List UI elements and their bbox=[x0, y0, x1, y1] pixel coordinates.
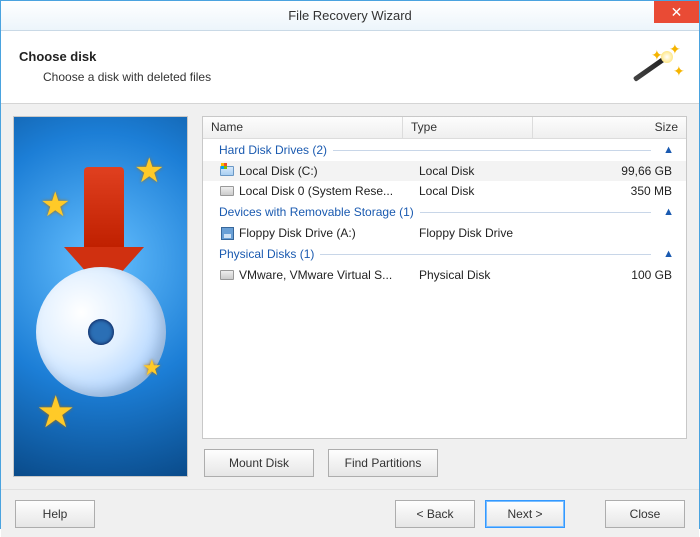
drive-icon bbox=[219, 164, 235, 178]
window-close-button[interactable]: ✕ bbox=[654, 1, 699, 23]
titlebar: File Recovery Wizard ✕ bbox=[1, 1, 699, 31]
disk-actions: Mount Disk Find Partitions bbox=[202, 449, 687, 477]
floppy-icon bbox=[219, 226, 235, 240]
disk-name: Floppy Disk Drive (A:) bbox=[239, 226, 419, 240]
group-hard-disk-drives[interactable]: Hard Disk Drives (2) ▲ bbox=[203, 139, 686, 161]
disk-row[interactable]: Floppy Disk Drive (A:) Floppy Disk Drive bbox=[203, 223, 686, 243]
wizard-wand-icon: ✦ ✦ ✦ bbox=[621, 41, 681, 91]
find-partitions-button[interactable]: Find Partitions bbox=[328, 449, 438, 477]
drive-icon bbox=[219, 268, 235, 282]
column-header-type[interactable]: Type bbox=[403, 117, 533, 138]
collapse-icon[interactable]: ▲ bbox=[657, 206, 680, 218]
disk-name: Local Disk (C:) bbox=[239, 164, 419, 178]
collapse-icon[interactable]: ▲ bbox=[657, 144, 680, 156]
column-header-size[interactable]: Size bbox=[533, 117, 686, 138]
step-subtitle: Choose a disk with deleted files bbox=[43, 70, 211, 84]
wizard-illustration: ★ ★ ★ ★ bbox=[13, 116, 188, 477]
disk-name: VMware, VMware Virtual S... bbox=[239, 268, 419, 282]
back-button[interactable]: < Back bbox=[395, 500, 475, 528]
close-icon: ✕ bbox=[671, 5, 683, 19]
disk-size: 99,66 GB bbox=[549, 164, 682, 178]
disk-type: Local Disk bbox=[419, 164, 549, 178]
step-title: Choose disk bbox=[19, 49, 211, 64]
group-removable-storage[interactable]: Devices with Removable Storage (1) ▲ bbox=[203, 201, 686, 223]
disk-size: 350 MB bbox=[549, 184, 682, 198]
wizard-content: ★ ★ ★ ★ Name Type Size Hard Disk Drives … bbox=[1, 104, 699, 489]
drive-icon bbox=[219, 184, 235, 198]
disk-list-header: Name Type Size bbox=[203, 117, 686, 139]
close-button[interactable]: Close bbox=[605, 500, 685, 528]
help-button[interactable]: Help bbox=[15, 500, 95, 528]
disk-size: 100 GB bbox=[549, 268, 682, 282]
disk-type: Local Disk bbox=[419, 184, 549, 198]
wizard-header-text: Choose disk Choose a disk with deleted f… bbox=[19, 49, 211, 84]
window-title: File Recovery Wizard bbox=[1, 8, 699, 23]
group-physical-disks[interactable]: Physical Disks (1) ▲ bbox=[203, 243, 686, 265]
disk-row[interactable]: VMware, VMware Virtual S... Physical Dis… bbox=[203, 265, 686, 285]
wizard-header: Choose disk Choose a disk with deleted f… bbox=[1, 31, 699, 104]
disk-type: Floppy Disk Drive bbox=[419, 226, 549, 240]
disk-panel: Name Type Size Hard Disk Drives (2) ▲ Lo… bbox=[202, 116, 687, 477]
disk-list[interactable]: Name Type Size Hard Disk Drives (2) ▲ Lo… bbox=[202, 116, 687, 439]
wizard-footer: Help < Back Next > Close bbox=[1, 489, 699, 537]
disk-row[interactable]: Local Disk 0 (System Rese... Local Disk … bbox=[203, 181, 686, 201]
mount-disk-button[interactable]: Mount Disk bbox=[204, 449, 314, 477]
column-header-name[interactable]: Name bbox=[203, 117, 403, 138]
disk-type: Physical Disk bbox=[419, 268, 549, 282]
disk-name: Local Disk 0 (System Rese... bbox=[239, 184, 419, 198]
collapse-icon[interactable]: ▲ bbox=[657, 248, 680, 260]
next-button[interactable]: Next > bbox=[485, 500, 565, 528]
disk-row[interactable]: Local Disk (C:) Local Disk 99,66 GB bbox=[203, 161, 686, 181]
